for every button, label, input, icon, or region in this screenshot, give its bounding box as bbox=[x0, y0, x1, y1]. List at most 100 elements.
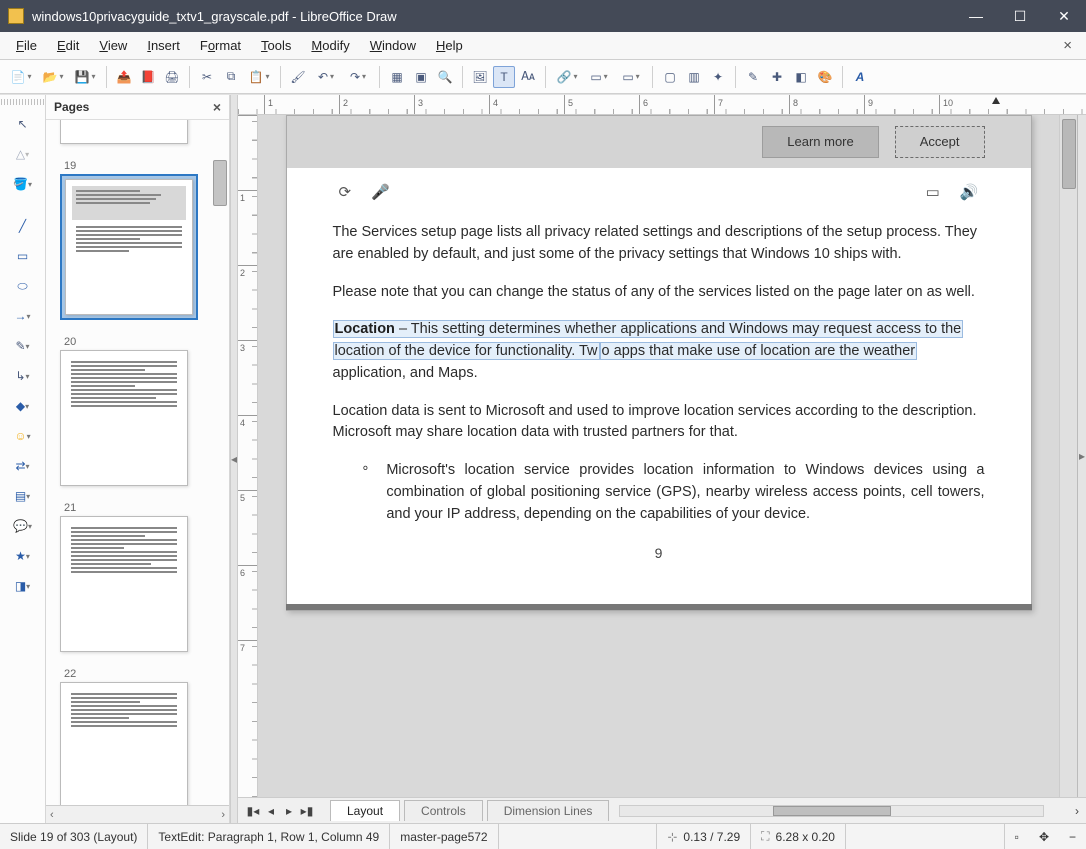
canvas-viewport[interactable]: Learn more Accept ⟳ 🎤 ▭ 🔊 bbox=[258, 115, 1059, 797]
fill-color-tool[interactable]: 🪣 bbox=[6, 173, 40, 195]
last-slide-button[interactable]: ▸▮ bbox=[298, 804, 316, 818]
crop-button[interactable]: ▣ bbox=[410, 66, 432, 88]
grid-button[interactable]: ▦ bbox=[386, 66, 408, 88]
format-paintbrush-button[interactable]: 🖌 bbox=[287, 66, 309, 88]
scroll-right-button[interactable]: › bbox=[1068, 804, 1086, 818]
accept-button[interactable]: Accept bbox=[895, 126, 985, 158]
pdf-button[interactable]: 📕 bbox=[137, 66, 159, 88]
menu-window[interactable]: Window bbox=[360, 35, 426, 56]
menubar-close-doc[interactable]: × bbox=[1055, 34, 1080, 57]
curve-tool[interactable]: ✎ bbox=[6, 335, 40, 357]
close-button[interactable]: ✕ bbox=[1042, 0, 1086, 32]
menu-insert[interactable]: Insert bbox=[137, 35, 190, 56]
undo-button[interactable]: ↶ bbox=[311, 66, 341, 88]
star-tool[interactable]: ★ bbox=[6, 545, 40, 567]
image-button[interactable]: 🖼 bbox=[469, 66, 491, 88]
prev-slide-button[interactable]: ◂ bbox=[262, 804, 280, 818]
line-tool[interactable]: ╱ bbox=[6, 215, 40, 237]
paste-button[interactable]: 📋 bbox=[244, 66, 274, 88]
export-button[interactable]: 📤 bbox=[113, 66, 135, 88]
status-pos[interactable]: ⊹ 0.13 / 7.29 bbox=[657, 824, 751, 849]
select-tool[interactable]: ↖ bbox=[6, 113, 40, 135]
status-fit-button[interactable]: ✥ bbox=[1029, 824, 1059, 849]
filter-button[interactable]: ✦ bbox=[707, 66, 729, 88]
location-paragraph[interactable]: Location – This setting determines wheth… bbox=[333, 319, 985, 384]
thumbs-scroll[interactable]: 19 20 21 bbox=[46, 120, 229, 805]
points-button[interactable]: ✎ bbox=[742, 66, 764, 88]
bullet-item[interactable]: ° Microsoft's location service provides … bbox=[363, 460, 985, 525]
pages-panel-close[interactable]: × bbox=[213, 99, 221, 115]
shadow-button[interactable]: ▢ bbox=[659, 66, 681, 88]
paragraph[interactable]: Please note that you can change the stat… bbox=[333, 282, 985, 304]
vertical-ruler[interactable]: 1 23 45 67 bbox=[238, 115, 258, 797]
new-button[interactable]: 📄 bbox=[6, 66, 36, 88]
extrusion-button[interactable]: ◧ bbox=[790, 66, 812, 88]
status-edit[interactable]: TextEdit: Paragraph 1, Row 1, Column 49 bbox=[148, 824, 390, 849]
align-button[interactable]: ▭ bbox=[584, 66, 614, 88]
print-button[interactable]: 🖨 bbox=[161, 66, 183, 88]
connector-tool[interactable]: ↳ bbox=[6, 365, 40, 387]
page-thumb-19[interactable]: 19 bbox=[60, 160, 219, 320]
fontwork-button[interactable]: 🗛 bbox=[517, 66, 539, 88]
save-button[interactable]: 💾 bbox=[70, 66, 100, 88]
status-master[interactable]: master-page572 bbox=[390, 824, 498, 849]
fontwork2-button[interactable]: A bbox=[849, 66, 871, 88]
status-zoom-out[interactable]: − bbox=[1059, 824, 1086, 849]
basic-shapes-tool[interactable]: ◆ bbox=[6, 395, 40, 417]
redo-button[interactable]: ↷ bbox=[343, 66, 373, 88]
arrow-tool[interactable]: → bbox=[6, 305, 40, 327]
menu-format[interactable]: Format bbox=[190, 35, 251, 56]
copy-button[interactable]: ⧉ bbox=[220, 66, 242, 88]
open-button[interactable]: 📂 bbox=[38, 66, 68, 88]
menu-edit[interactable]: Edit bbox=[47, 35, 89, 56]
minimize-button[interactable]: — bbox=[954, 0, 998, 32]
paragraph[interactable]: The Services setup page lists all privac… bbox=[333, 222, 985, 266]
status-slide[interactable]: Slide 19 of 303 (Layout) bbox=[0, 824, 148, 849]
menu-tools[interactable]: Tools bbox=[251, 35, 301, 56]
vertical-scrollbar[interactable] bbox=[1059, 115, 1077, 797]
menu-file[interactable]: File bbox=[6, 35, 47, 56]
hyperlink-button[interactable]: 🔗 bbox=[552, 66, 582, 88]
page-thumb-21[interactable]: 21 bbox=[60, 502, 219, 652]
line-color-tool[interactable]: △ bbox=[6, 143, 40, 165]
horizontal-scrollbar-thumb[interactable] bbox=[773, 806, 891, 816]
page-thumb[interactable] bbox=[60, 120, 219, 144]
page-thumb-22[interactable]: 22 bbox=[60, 668, 219, 805]
menu-view[interactable]: View bbox=[89, 35, 137, 56]
text-box-button[interactable]: T bbox=[493, 66, 515, 88]
status-size[interactable]: ⛶ 6.28 x 0.20 bbox=[751, 824, 846, 849]
crop2-button[interactable]: ▥ bbox=[683, 66, 705, 88]
menu-modify[interactable]: Modify bbox=[301, 35, 359, 56]
learn-more-button[interactable]: Learn more bbox=[762, 126, 878, 158]
three-d-tool[interactable]: ◨ bbox=[6, 575, 40, 597]
vertical-scrollbar-thumb[interactable] bbox=[1062, 119, 1076, 189]
horizontal-ruler[interactable]: 12 34 56 78 910 bbox=[238, 95, 1086, 115]
arrange-button[interactable]: ▭ bbox=[616, 66, 646, 88]
callout-tool[interactable]: 💬 bbox=[6, 515, 40, 537]
zoom-button[interactable]: 🔍 bbox=[434, 66, 456, 88]
pages-hscroll[interactable]: ‹› bbox=[46, 805, 229, 823]
page-canvas[interactable]: Learn more Accept ⟳ 🎤 ▭ 🔊 bbox=[286, 115, 1032, 611]
tab-controls[interactable]: Controls bbox=[404, 800, 483, 821]
symbol-shapes-tool[interactable]: ☺ bbox=[6, 425, 40, 447]
status-save-icon[interactable]: ▫ bbox=[1005, 824, 1029, 849]
paragraph[interactable]: Location data is sent to Microsoft and u… bbox=[333, 401, 985, 445]
panel-collapse-handle[interactable]: ◂ bbox=[230, 95, 238, 823]
toolbar-grip[interactable] bbox=[1, 99, 45, 105]
page-thumb-20[interactable]: 20 bbox=[60, 336, 219, 486]
glue-button[interactable]: ✚ bbox=[766, 66, 788, 88]
next-slide-button[interactable]: ▸ bbox=[280, 804, 298, 818]
first-slide-button[interactable]: ▮◂ bbox=[244, 804, 262, 818]
pages-scrollbar-thumb[interactable] bbox=[213, 160, 227, 206]
maximize-button[interactable]: ☐ bbox=[998, 0, 1042, 32]
cut-button[interactable]: ✂ bbox=[196, 66, 218, 88]
rectangle-tool[interactable]: ▭ bbox=[6, 245, 40, 267]
ellipse-tool[interactable]: ⬭ bbox=[6, 275, 40, 297]
tab-layout[interactable]: Layout bbox=[330, 800, 400, 821]
tab-dimension[interactable]: Dimension Lines bbox=[487, 800, 610, 821]
block-arrows-tool[interactable]: ⇄ bbox=[6, 455, 40, 477]
sidebar-collapse-handle[interactable]: ▸ bbox=[1077, 115, 1086, 797]
flowchart-tool[interactable]: ▤ bbox=[6, 485, 40, 507]
toggle-button[interactable]: 🎨 bbox=[814, 66, 836, 88]
menu-help[interactable]: Help bbox=[426, 35, 473, 56]
